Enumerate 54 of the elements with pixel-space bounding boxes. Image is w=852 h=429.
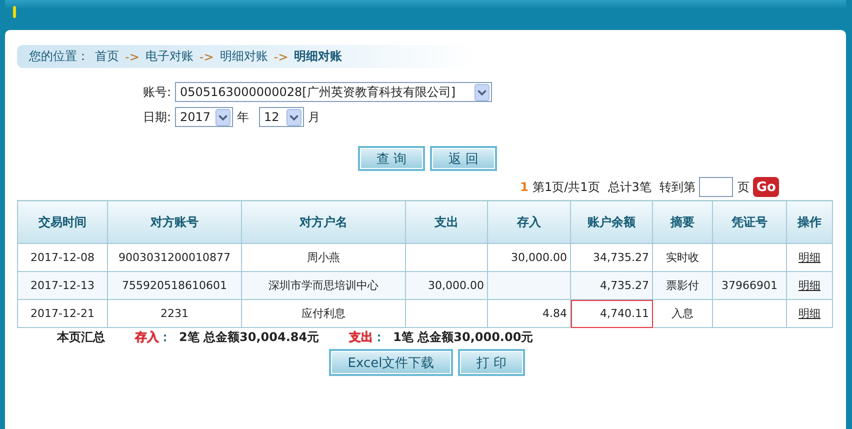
breadcrumb-current: 明细对账 [294,48,342,65]
breadcrumb-link[interactable]: 电子对账 [145,48,194,65]
account-select[interactable]: 0505163000000028[广州英资教育科技有限公司] [175,82,492,102]
table-cell: 4,740.11 [570,300,652,328]
breadcrumb-separator: -> [125,50,140,64]
column-header: 账户余额 [570,200,652,244]
table-cell: 30,000.00 [406,272,488,300]
excel-download-button[interactable]: Excel文件下载 [329,349,453,376]
summary-label: 存入： [135,329,171,346]
summary-title: 本页汇总 [57,329,105,346]
summary-text: 2笔 总金额30,004.84元 [179,329,320,346]
table-cell: 票影付 [652,272,712,300]
table-cell: 2231 [108,300,242,328]
current-page-number: 1 [520,180,528,194]
month-select[interactable]: 12 [259,107,304,127]
column-header: 对方账号 [108,200,242,244]
account-label: 账号: [142,84,171,100]
title-marker [13,6,16,18]
summary-text: 1笔 总金额30,000.00元 [393,329,534,346]
breadcrumb-link[interactable]: 明细对账 [220,48,268,65]
table-cell: 4,735.27 [570,272,652,300]
breadcrumb-label: 您的位置： [29,48,89,65]
column-header: 对方户名 [242,200,406,244]
column-header: 操作 [786,200,832,244]
column-header: 摘要 [652,200,712,244]
breadcrumb-link[interactable]: 首页 [95,48,119,65]
table-cell: 37966901 [712,272,786,300]
year-unit: 年 [237,108,249,126]
query-button[interactable]: 查 询 [358,146,425,171]
table-cell: 4.84 [488,300,570,328]
column-header: 交易时间 [18,200,108,244]
table-cell: 2017-12-13 [18,272,108,300]
page-input[interactable] [699,177,734,197]
month-unit: 月 [308,108,320,126]
table-cell: 2017-12-21 [18,300,108,328]
table-cell: 755920518610601 [108,272,242,300]
table-cell: 入息 [652,300,712,328]
page-unit: 页 [737,178,750,196]
column-header: 支出 [406,200,488,244]
column-header: 凭证号 [712,200,786,244]
goto-label: 转到第 [659,178,696,196]
go-button[interactable]: Go [753,177,779,197]
print-button[interactable]: 打 印 [458,349,525,376]
table-cell: 深圳市学而思培训中心 [242,272,406,300]
back-button[interactable]: 返 回 [430,146,497,171]
page-info: 第1页/共1页 [532,178,600,196]
total-count: 总计3笔 [608,178,652,196]
summary-label: 支出： [349,329,386,346]
breadcrumb-separator: -> [274,50,288,64]
date-label: 日期: [142,108,171,126]
breadcrumb-separator: -> [199,50,214,64]
year-select[interactable]: 2017 [175,107,233,127]
column-header: 存入 [488,200,570,244]
table-cell: 应付利息 [242,300,406,328]
